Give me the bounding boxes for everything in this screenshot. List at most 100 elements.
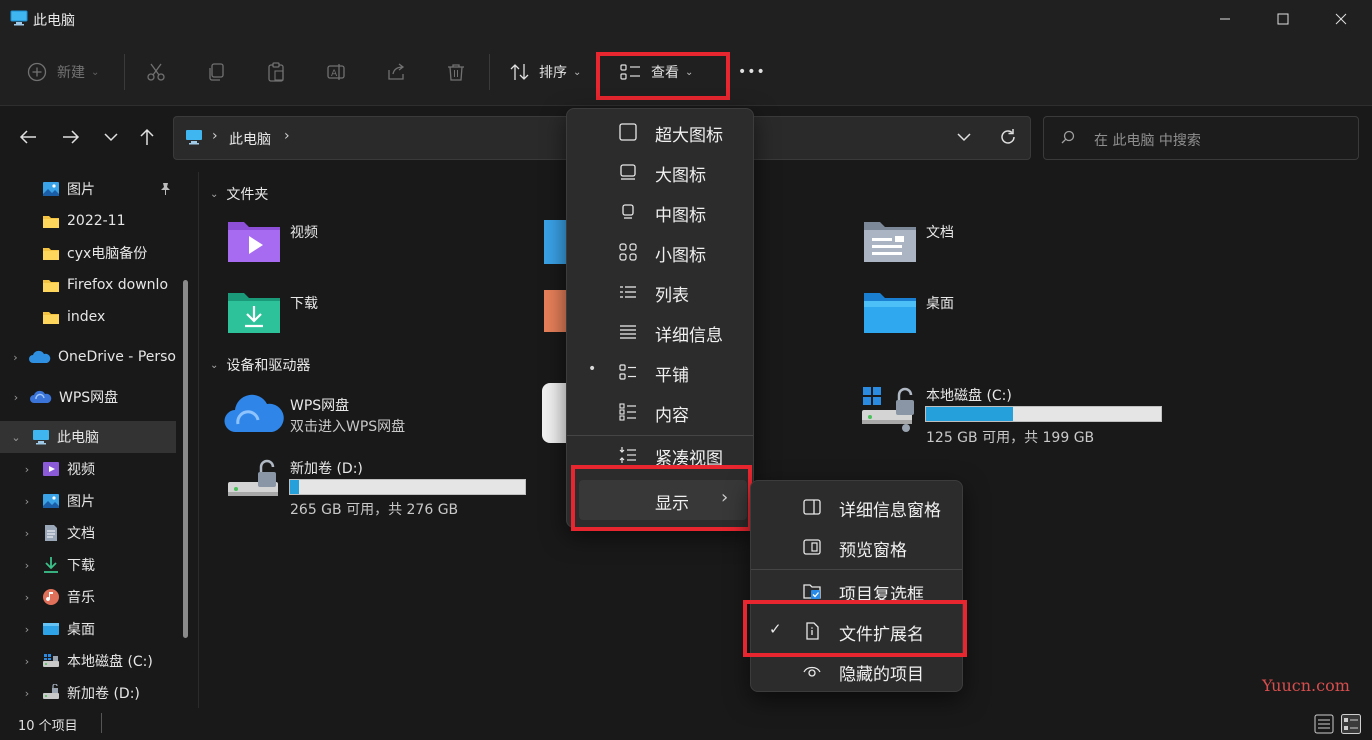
drive-c-usage-bar (925, 406, 1162, 422)
sidebar-item-label: 下载 (67, 558, 95, 574)
address-dropdown-button[interactable] (956, 131, 972, 143)
sidebar-item-label: OneDrive - Perso (58, 349, 176, 365)
drive-name: 新加卷 (D:) (290, 461, 363, 477)
menu-item-extra-large-icons[interactable]: 超大图标 (567, 112, 753, 152)
details-view-icon (1314, 714, 1334, 734)
chevron-right-icon[interactable]: › (19, 623, 35, 636)
up-button[interactable] (132, 122, 162, 152)
folders-section-header[interactable]: ⌄ 文件夹 (210, 184, 268, 204)
content-icon (619, 403, 636, 421)
sort-icon (510, 64, 529, 80)
maximize-button[interactable] (1254, 0, 1312, 38)
menu-item-tiles[interactable]: • 平铺 (567, 352, 753, 392)
chevron-down-icon[interactable]: ⌄ (8, 431, 24, 444)
sidebar-item-index[interactable]: index (0, 301, 176, 333)
tiles-view-button[interactable] (1341, 714, 1361, 734)
sidebar-item-drive-c[interactable]: › 本地磁盘 (C:) (0, 645, 176, 677)
folder-videos[interactable] (226, 216, 282, 264)
folder-icon (43, 280, 59, 292)
drive-d[interactable] (226, 456, 286, 506)
details-view-button[interactable] (1314, 714, 1334, 734)
wps-cloud-icon (30, 390, 52, 403)
folder-documents[interactable] (862, 216, 918, 264)
hidden-items-icon (803, 666, 821, 677)
chevron-right-icon[interactable]: › (19, 559, 35, 572)
sort-button[interactable]: 排序 ⌄ (509, 56, 581, 88)
documents-folder-icon (864, 222, 916, 262)
downloads-folder-icon (228, 293, 280, 333)
toolbar-divider (489, 54, 490, 90)
menu-item-preview-pane[interactable]: 预览窗格 (751, 527, 962, 567)
watermark: Yuucn.com (1262, 676, 1350, 695)
sidebar-item-pictures-quick[interactable]: 图片 (0, 173, 176, 205)
sidebar-item-downloads[interactable]: › 下载 (0, 549, 176, 581)
rename-icon: A (327, 64, 345, 80)
sidebar-item-desktop[interactable]: › 桌面 (0, 613, 176, 645)
menu-item-large-icons[interactable]: 大图标 (567, 152, 753, 192)
back-button[interactable] (13, 122, 43, 152)
forward-button[interactable] (56, 122, 86, 152)
arrow-right-icon (63, 130, 80, 144)
sidebar-item-firefox-downloads[interactable]: Firefox downlo (0, 269, 176, 301)
breadcrumb-this-pc[interactable]: 此电脑 (229, 129, 271, 149)
breadcrumb-separator: › (212, 128, 218, 144)
svg-text:A: A (331, 69, 338, 79)
share-icon (388, 63, 405, 80)
folder-downloads[interactable] (226, 287, 282, 335)
this-pc-icon (185, 129, 203, 145)
menu-item-details-pane[interactable]: 详细信息窗格 (751, 487, 962, 527)
item-count: 10 个项目 (18, 719, 78, 734)
close-button[interactable] (1312, 0, 1370, 38)
sidebar-item-backup[interactable]: cyx电脑备份 (0, 237, 176, 269)
chevron-right-icon[interactable]: › (19, 495, 35, 508)
sidebar-item-music[interactable]: › 音乐 (0, 581, 176, 613)
menu-item-medium-icons[interactable]: 中图标 (567, 192, 753, 232)
search-icon (1061, 130, 1075, 144)
sidebar-item-documents[interactable]: › 文档 (0, 517, 176, 549)
sidebar-item-wps[interactable]: › WPS网盘 (0, 381, 176, 413)
folder-desktop[interactable] (862, 287, 918, 335)
chevron-right-icon[interactable]: › (19, 591, 35, 604)
chevron-right-icon[interactable]: › (8, 391, 24, 404)
menu-item-details[interactable]: 详细信息 (567, 312, 753, 352)
minimize-button[interactable] (1196, 0, 1254, 38)
sidebar-scrollbar-thumb[interactable] (183, 280, 188, 638)
devices-section-header[interactable]: ⌄ 设备和驱动器 (210, 355, 310, 375)
recent-locations-button[interactable] (96, 122, 126, 152)
paste-button[interactable] (266, 56, 286, 88)
search-placeholder[interactable]: 在 此电脑 中搜索 (1094, 130, 1201, 150)
sidebar-item-onedrive[interactable]: › OneDrive - Perso (0, 341, 176, 373)
delete-button[interactable] (446, 56, 466, 88)
rename-button[interactable]: A (326, 56, 346, 88)
menu-item-small-icons[interactable]: 小图标 (567, 232, 753, 272)
breadcrumb-separator[interactable]: › (284, 128, 290, 144)
sidebar-item-pictures[interactable]: › 图片 (0, 485, 176, 517)
drive-description: 125 GB 可用，共 199 GB (926, 430, 1095, 446)
drive-c[interactable] (860, 384, 920, 434)
pictures-folder-icon (544, 220, 568, 264)
chevron-right-icon[interactable]: › (19, 527, 35, 540)
menu-item-content[interactable]: 内容 (567, 392, 753, 432)
chevron-down-icon: ⌄ (210, 359, 219, 371)
clipboard-icon (268, 62, 284, 82)
chevron-right-icon[interactable]: › (19, 687, 35, 700)
search-box[interactable] (1043, 116, 1359, 160)
refresh-button[interactable] (999, 128, 1017, 146)
more-options-button[interactable]: ••• (738, 56, 766, 88)
new-button[interactable]: 新建 ⌄ (27, 56, 99, 88)
copy-button[interactable] (206, 56, 226, 88)
chevron-right-icon[interactable]: › (19, 655, 35, 668)
share-button[interactable] (386, 56, 406, 88)
sidebar-item-drive-d[interactable]: › 新加卷 (D:) (0, 677, 176, 709)
wps-drive[interactable] (224, 390, 284, 436)
folder-label: 下载 (290, 296, 318, 312)
sidebar-item-2022-11[interactable]: 2022-11 (0, 205, 176, 237)
chevron-right-icon[interactable]: › (19, 463, 35, 476)
chevron-right-icon[interactable]: › (7, 351, 23, 364)
menu-item-hidden-items[interactable]: 隐藏的项目 (751, 651, 962, 691)
sidebar-item-this-pc[interactable]: ⌄ 此电脑 (0, 421, 176, 453)
sidebar-item-videos[interactable]: › 视频 (0, 453, 176, 485)
tiles-view-icon (1341, 714, 1361, 734)
cut-button[interactable] (146, 56, 166, 88)
menu-item-list[interactable]: 列表 (567, 272, 753, 312)
